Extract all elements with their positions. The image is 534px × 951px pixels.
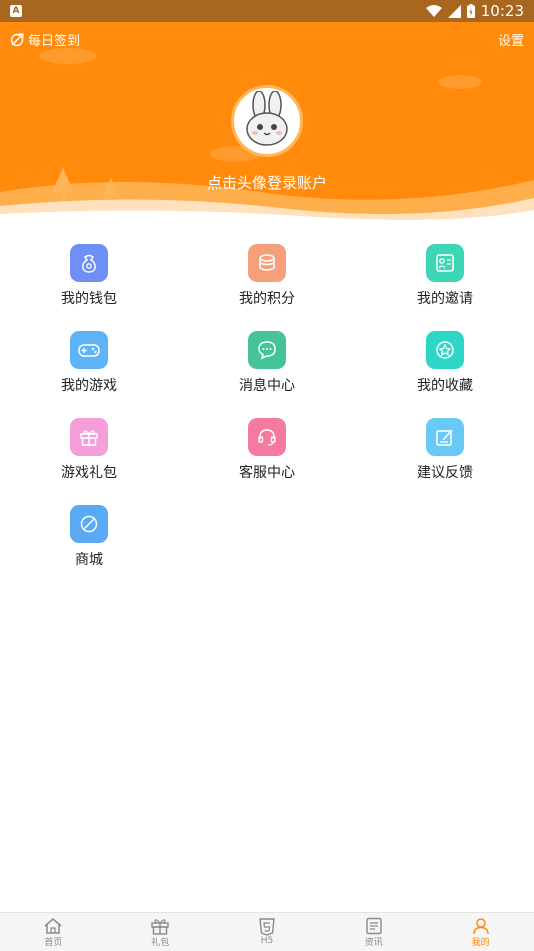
bottom-tab-bar: 首页 礼包 H5 资讯 我的: [0, 912, 534, 951]
chat-bubble-icon: [248, 331, 286, 369]
wallet-icon: [70, 244, 108, 282]
bunny-avatar-icon: [246, 91, 288, 146]
profile-header: 每日签到 设置 点击头像登录账户: [0, 22, 534, 220]
menu-label: 客服中心: [239, 465, 295, 481]
menu-item-favorites[interactable]: 我的收藏: [385, 331, 505, 395]
battery-icon: [466, 4, 475, 18]
tab-label: H5: [260, 936, 274, 946]
menu-label: 我的钱包: [61, 291, 117, 307]
menu-item-invite[interactable]: 我的邀请: [385, 244, 505, 308]
menu-label: 消息中心: [239, 378, 295, 394]
gift-box-icon: [70, 418, 108, 456]
tab-label: 首页: [44, 937, 63, 948]
coins-icon: [248, 244, 286, 282]
gift-icon: [151, 918, 169, 935]
home-icon: [44, 917, 62, 934]
tab-home[interactable]: 首页: [0, 913, 107, 951]
wifi-icon: [425, 4, 442, 17]
shop-icon: [70, 505, 108, 543]
menu-label: 我的积分: [239, 291, 295, 307]
menu-item-wallet[interactable]: 我的钱包: [29, 244, 149, 308]
menu-label: 我的收藏: [417, 378, 473, 394]
menu-item-shop[interactable]: 商城: [29, 505, 149, 569]
clock: 10:23: [480, 2, 524, 20]
signal-icon: [447, 4, 461, 18]
html5-icon: [259, 918, 275, 936]
headset-icon: [248, 418, 286, 456]
menu-item-feedback[interactable]: 建议反馈: [385, 418, 505, 482]
tab-label: 资讯: [364, 937, 383, 948]
invite-card-icon: [426, 244, 464, 282]
tab-news[interactable]: 资讯: [320, 913, 427, 951]
login-prompt[interactable]: 点击头像登录账户: [0, 172, 534, 193]
status-bar: A 10:23: [0, 0, 534, 22]
tab-label: 我的: [471, 937, 490, 948]
settings-button[interactable]: 设置: [498, 30, 524, 49]
menu-label: 我的游戏: [61, 378, 117, 394]
menu-item-customer-service[interactable]: 客服中心: [207, 418, 327, 482]
menu-label: 我的邀请: [417, 291, 473, 307]
menu-label: 商城: [75, 552, 103, 568]
checkin-icon: [10, 32, 24, 46]
menu-label: 游戏礼包: [61, 465, 117, 481]
gamepad-icon: [70, 331, 108, 369]
checkin-label: 每日签到: [28, 34, 81, 49]
tab-gifts[interactable]: 礼包: [107, 913, 214, 951]
tab-label: 礼包: [151, 937, 170, 948]
menu-item-messages[interactable]: 消息中心: [207, 331, 327, 395]
star-icon: [426, 331, 464, 369]
menu-label: 建议反馈: [417, 465, 473, 481]
edit-note-icon: [426, 418, 464, 456]
tab-mine[interactable]: 我的: [427, 913, 534, 951]
menu-item-points[interactable]: 我的积分: [207, 244, 327, 308]
daily-checkin-button[interactable]: 每日签到: [10, 30, 80, 49]
tab-h5[interactable]: H5: [214, 913, 321, 951]
menu-item-game-gifts[interactable]: 游戏礼包: [29, 418, 149, 482]
person-icon: [472, 917, 489, 934]
news-icon: [366, 917, 382, 934]
menu-item-games[interactable]: 我的游戏: [29, 331, 149, 395]
app-notification-icon: A: [10, 5, 22, 17]
avatar[interactable]: [231, 85, 303, 157]
